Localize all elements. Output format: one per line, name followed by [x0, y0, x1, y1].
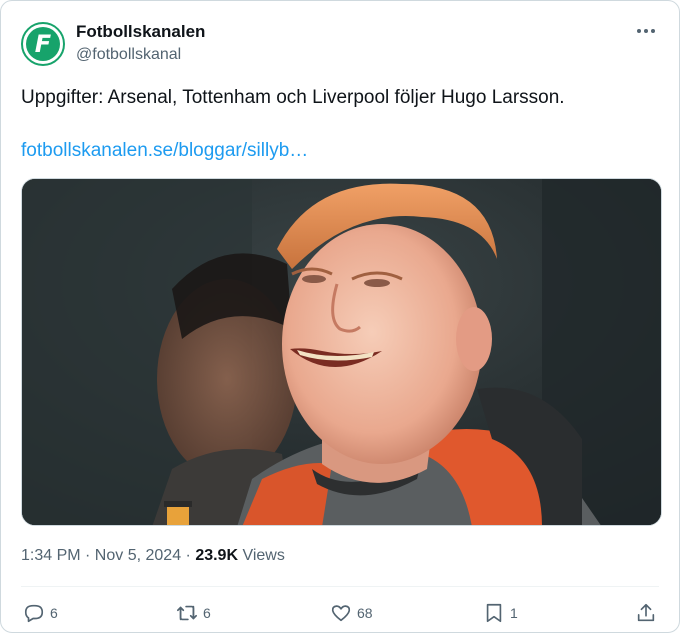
share-button[interactable]: [635, 599, 657, 627]
divider: [21, 586, 659, 587]
reply-count: 6: [50, 605, 58, 621]
author-handle[interactable]: @fotbollskanal: [76, 44, 205, 66]
tweet-text: Uppgifter: Arsenal, Tottenham och Liverp…: [21, 87, 565, 108]
tweet-link[interactable]: fotbollskanalen.se/bloggar/sillyb…: [21, 138, 308, 164]
tweet-card: F Fotbollskanalen @fotbollskanal Uppgift…: [0, 0, 680, 633]
heart-icon: [331, 605, 351, 622]
views-label: Views: [238, 547, 285, 564]
bookmark-count: 1: [510, 605, 518, 621]
tweet-media-image[interactable]: [21, 178, 662, 526]
avatar[interactable]: F: [21, 22, 65, 66]
author-display-name[interactable]: Fotbollskanalen: [76, 22, 205, 42]
repost-count: 6: [203, 605, 211, 621]
more-dot: [651, 29, 655, 33]
more-icon[interactable]: [633, 21, 659, 41]
player-photo: [22, 179, 661, 525]
more-dot: [644, 29, 648, 33]
avatar-logo: F: [26, 27, 60, 61]
timestamp[interactable]: 1:34 PM · Nov 5, 2024 ·: [21, 547, 195, 564]
author-names: Fotbollskanalen @fotbollskanal: [76, 22, 205, 66]
tweet-meta: 1:34 PM · Nov 5, 2024 · 23.9K Views: [21, 546, 285, 566]
like-button[interactable]: 68: [330, 599, 373, 627]
reply-button[interactable]: 6: [23, 599, 58, 627]
reply-icon: [24, 604, 44, 623]
tweet-header: F Fotbollskanalen @fotbollskanal: [21, 19, 663, 67]
like-count: 68: [357, 605, 373, 621]
bookmark-button[interactable]: 1: [483, 599, 518, 627]
more-dot: [637, 29, 641, 33]
share-icon: [637, 603, 655, 622]
action-bar: 6 6 68 1: [21, 599, 659, 627]
views-count: 23.9K: [195, 547, 239, 564]
repost-button[interactable]: 6: [176, 599, 211, 627]
repost-icon: [177, 605, 197, 621]
bookmark-icon: [486, 603, 502, 623]
